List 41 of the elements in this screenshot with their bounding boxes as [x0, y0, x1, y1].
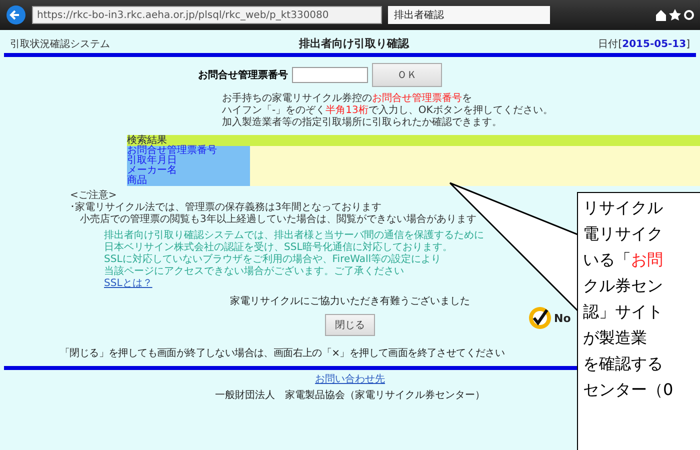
- notice-heading: <ご注意>: [70, 190, 117, 202]
- ssl-text: SSLに対応していないブラウザをご利用の場合や、FireWall等の設定により: [104, 254, 442, 266]
- organization-text: 一般財団法人 家電製品協会（家電リサイクル券センター）: [215, 388, 485, 402]
- close-note: 「閉じる」を押しても画面が終了しない場合は、画面右上の「×」を押して画面を終了させてください: [60, 346, 505, 360]
- result-field-label: 商品: [127, 176, 148, 186]
- date-label: 日付[2015-05-13]: [598, 38, 690, 51]
- ok-button[interactable]: ＯＫ: [372, 63, 442, 87]
- callout-text: リサイクル: [583, 197, 664, 219]
- callout-text: が製造業: [583, 327, 648, 349]
- seal-text: No: [554, 312, 571, 324]
- result-field-label: 引取年月日: [127, 156, 178, 166]
- input-field[interactable]: [292, 67, 368, 83]
- result-field-label: お問合せ管理票番号: [127, 146, 218, 156]
- notice-text: 小売店での管理票の閲覧も3年以上経過していた場合は、閲覧ができない場合があります: [79, 214, 476, 226]
- instruction-text: ハイフン「-」をのぞく 半角13桁で入力し、OKボタンを押してください。: [222, 105, 553, 116]
- instruction-text: お手持ちの家電リサイクル券控のお問合せ管理票番号を: [222, 93, 472, 104]
- callout-text: 認」サイト: [583, 301, 664, 323]
- field-label: お問合せ管理票番号: [198, 68, 288, 82]
- callout-text: を確認する: [583, 353, 664, 375]
- check-seal-icon: [528, 306, 552, 330]
- system-name: 引取状況確認システム: [10, 38, 110, 51]
- browser-tab[interactable]: 排出者確認: [388, 6, 550, 24]
- results-heading: 検索結果: [127, 135, 700, 146]
- thanks-text: 家電リサイクルにご協力いただき有難うございました: [230, 294, 470, 308]
- ssl-text: 排出者向け引取り確認システムでは、排出者様と当サーバ間の通信を保護するために: [104, 230, 484, 242]
- notice-text: ･家電リサイクル法では、管理票の保存義務は3年間となっております: [70, 202, 382, 214]
- toolbar-icons[interactable]: [654, 8, 694, 22]
- ssl-text: 日本ベリサイン株式会社の認証を受け、SSL暗号化通信に対応しております。: [104, 242, 452, 254]
- callout-text: クル券セン: [583, 275, 664, 297]
- callout-text: いる「お問: [583, 249, 664, 271]
- instruction-text: 加入製造業者等の指定引取場所に引取られたか確認できます。: [222, 117, 502, 129]
- ssl-link[interactable]: SSLとは？: [104, 278, 152, 290]
- ssl-text: 当該ページにアクセスできない場合がございます。ご了承ください: [104, 266, 404, 278]
- result-field-label: メーカー名: [127, 166, 178, 176]
- address-field[interactable]: https://rkc-bo-in3.rkc.aeha.or.jp/plsql/rkc_web/p_kt330080: [32, 6, 382, 24]
- contact-link[interactable]: お問い合わせ先: [315, 374, 385, 386]
- page-title: 排出者向け引取り確認: [299, 36, 410, 51]
- callout-text: センター（0: [583, 379, 674, 401]
- callout-text: 電リサイク: [583, 223, 664, 245]
- back-icon[interactable]: [6, 5, 26, 25]
- close-button[interactable]: 閉じる: [325, 314, 375, 336]
